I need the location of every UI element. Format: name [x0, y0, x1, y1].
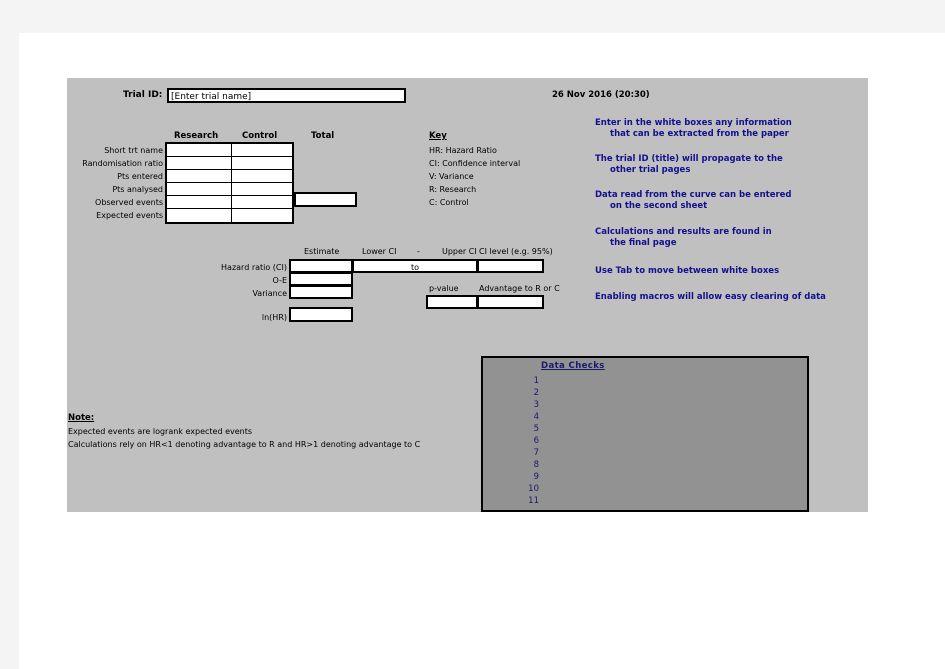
data-check-row-10: 10 — [528, 484, 539, 494]
hazard-row-label-oe: O-E — [272, 276, 287, 285]
cell-research-pts-entered[interactable] — [166, 169, 232, 183]
hazard-estimate-input[interactable] — [289, 259, 353, 273]
key-entry-c: C: Control — [429, 198, 469, 207]
hazard-row-label-hr: Hazard ratio (CI) — [221, 263, 287, 272]
hazard-row-label-variance: Variance — [252, 289, 287, 298]
data-check-row-1: 1 — [533, 376, 539, 386]
hazard-oe-input[interactable] — [289, 272, 353, 286]
hazard-pvalue-input[interactable] — [426, 295, 478, 309]
trial-data-grid — [165, 142, 294, 224]
hazard-row-label-lnhr: ln(HR) — [261, 313, 287, 322]
cell-control-randomisation-ratio[interactable] — [231, 156, 293, 170]
data-check-row-9: 9 — [533, 472, 539, 482]
hazard-col-ci-level: CI level (e.g. 95%) — [479, 247, 553, 256]
instruction-2-line-1: The trial ID (title) will propagate to t… — [595, 154, 783, 164]
hazard-lnhr-input[interactable] — [289, 307, 353, 322]
cell-control-pts-entered[interactable] — [231, 169, 293, 183]
hazard-col-dash: - — [417, 247, 420, 256]
key-entry-r: R: Research — [429, 185, 477, 194]
data-check-row-3: 3 — [533, 400, 539, 410]
hazard-pvalue-label: p-value — [429, 284, 459, 293]
instruction-1-line-1: Enter in the white boxes any information — [595, 118, 792, 128]
instruction-6: Enabling macros will allow easy clearing… — [595, 292, 826, 302]
data-checks-title: Data Checks — [541, 361, 605, 371]
instruction-1-line-2: that can be extracted from the paper — [610, 129, 789, 139]
row-label-pts-entered: Pts entered — [117, 172, 163, 181]
cell-control-pts-analysed[interactable] — [231, 182, 293, 196]
cell-research-observed-events[interactable] — [166, 195, 232, 209]
cell-control-observed-events[interactable] — [231, 195, 293, 209]
trial-id-label: Trial ID: — [123, 90, 163, 100]
note-line-2: Calculations rely on HR<1 denoting advan… — [68, 440, 421, 449]
data-check-row-11: 11 — [528, 496, 539, 506]
instruction-5: Use Tab to move between white boxes — [595, 266, 780, 276]
data-check-row-6: 6 — [533, 436, 539, 446]
cell-total-observed-events[interactable] — [294, 192, 357, 207]
instruction-4-line-2: the final page — [610, 238, 677, 248]
column-header-total: Total — [311, 131, 335, 141]
hazard-ci-input[interactable]: to — [352, 259, 478, 273]
hazard-ci-to-word: to — [410, 263, 420, 272]
hazard-ci-level-input[interactable] — [477, 259, 544, 273]
row-label-expected-events: Expected events — [96, 211, 163, 220]
instruction-2-line-2: other trial pages — [610, 165, 691, 175]
key-entry-hr: HR: Hazard Ratio — [429, 146, 497, 155]
note-line-1: Expected events are logrank expected eve… — [68, 427, 253, 436]
row-label-pts-analysed: Pts analysed — [112, 185, 163, 194]
column-header-control: Control — [242, 131, 278, 141]
hazard-advantage-input[interactable] — [477, 295, 544, 309]
key-title: Key — [429, 131, 447, 141]
timestamp: 26 Nov 2016 (20:30) — [552, 90, 650, 100]
row-label-randomisation-ratio: Randomisation ratio — [82, 159, 163, 168]
data-check-row-7: 7 — [533, 448, 539, 458]
window-left-strip — [0, 33, 19, 669]
trial-id-input[interactable]: [Enter trial name] — [167, 88, 406, 103]
hazard-col-estimate: Estimate — [304, 247, 340, 256]
cell-research-randomisation-ratio[interactable] — [166, 156, 232, 170]
hazard-col-lower-ci: Lower CI — [362, 247, 397, 256]
note-title: Note: — [68, 413, 95, 423]
row-label-observed-events: Observed events — [95, 198, 163, 207]
window-top-strip — [0, 0, 945, 33]
key-entry-v: V: Variance — [429, 172, 474, 181]
hazard-variance-input[interactable] — [289, 285, 353, 299]
trial-id-value: [Enter trial name] — [171, 91, 252, 102]
cell-research-short-trt-name[interactable] — [166, 143, 232, 157]
instruction-3-line-1: Data read from the curve can be entered — [595, 190, 792, 200]
hazard-advantage-label: Advantage to R or C — [479, 284, 560, 293]
hazard-col-upper-ci: Upper CI — [442, 247, 477, 256]
cell-research-expected-events[interactable] — [166, 208, 232, 223]
data-checks-panel: Data Checks 1 2 3 4 5 6 7 8 9 10 11 — [481, 356, 809, 512]
data-check-row-2: 2 — [533, 388, 539, 398]
column-header-research: Research — [174, 131, 219, 141]
instruction-3-line-2: on the second sheet — [610, 201, 708, 211]
cell-research-pts-analysed[interactable] — [166, 182, 232, 196]
cell-control-short-trt-name[interactable] — [231, 143, 293, 157]
worksheet-root: Trial ID: [Enter trial name] 26 Nov 2016… — [0, 0, 945, 669]
key-entry-ci: CI: Confidence interval — [429, 159, 521, 168]
row-label-short-trt-name: Short trt name — [104, 146, 163, 155]
data-check-row-4: 4 — [533, 412, 539, 422]
data-check-row-8: 8 — [533, 460, 539, 470]
cell-control-expected-events[interactable] — [231, 208, 293, 223]
data-check-row-5: 5 — [533, 424, 539, 434]
instruction-4-line-1: Calculations and results are found in — [595, 227, 772, 237]
